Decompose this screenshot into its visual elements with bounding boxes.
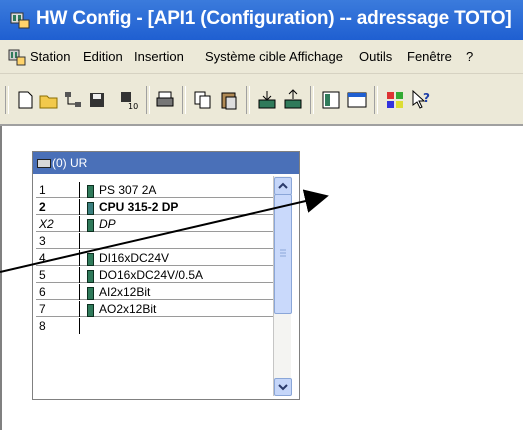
rack-window: (0) UR 1 PS 307 2A 2 CPU 315-2 DP X2 DP … xyxy=(32,151,300,400)
menu-outils[interactable]: Outils xyxy=(359,49,392,64)
chevron-up-icon xyxy=(278,182,288,189)
column-divider xyxy=(79,284,80,300)
copy-icon[interactable] xyxy=(192,89,214,111)
compile-icon[interactable]: 10 xyxy=(118,89,140,111)
save-icon[interactable] xyxy=(86,89,108,111)
menu-help[interactable]: ? xyxy=(466,49,473,64)
menu-bar: Station Edition Insertion Système cible … xyxy=(0,40,523,74)
menu-systeme-cible[interactable]: Système cible xyxy=(205,49,286,64)
toolbar-grip xyxy=(5,86,9,114)
rack-row[interactable]: 2 CPU 315-2 DP xyxy=(36,199,273,215)
module-name: AO2x12Bit xyxy=(99,302,157,316)
hw-config-app-icon xyxy=(10,12,30,29)
scroll-up-button[interactable] xyxy=(274,177,292,195)
toolbar-separator xyxy=(146,86,150,114)
module-icon xyxy=(87,219,94,232)
svg-text:?: ? xyxy=(423,91,430,105)
toolbar-separator xyxy=(246,86,250,114)
rack-row[interactable]: 6 AI2x12Bit xyxy=(36,284,273,300)
column-divider xyxy=(79,182,80,198)
module-icon xyxy=(87,304,94,317)
svg-text:10: 10 xyxy=(128,102,138,111)
toolbar-separator xyxy=(374,86,378,114)
open-icon[interactable] xyxy=(38,89,60,111)
rack-title: (0) UR xyxy=(52,156,88,170)
slot-number: 3 xyxy=(39,234,46,248)
help-icon[interactable]: ? xyxy=(410,89,432,111)
rack-row[interactable]: X2 DP xyxy=(36,216,273,232)
grip-icon xyxy=(280,249,286,257)
rack-row[interactable]: 4 DI16xDC24V xyxy=(36,250,273,266)
toolbar-separator xyxy=(182,86,186,114)
column-divider xyxy=(79,301,80,317)
slot-number: 5 xyxy=(39,268,46,282)
menu-station[interactable]: Station xyxy=(30,49,70,64)
rack-title-bar: (0) UR xyxy=(33,152,299,174)
slot-number: 2 xyxy=(39,200,46,214)
scroll-down-button[interactable] xyxy=(274,378,292,396)
menu-insertion[interactable]: Insertion xyxy=(134,49,184,64)
column-divider xyxy=(79,267,80,283)
column-divider xyxy=(79,216,80,232)
chevron-down-icon xyxy=(278,384,288,391)
module-name: DO16xDC24V/0.5A xyxy=(99,268,204,282)
slot-number: X2 xyxy=(39,217,54,231)
new-icon[interactable] xyxy=(14,89,36,111)
rack-row[interactable]: 5 DO16xDC24V/0.5A xyxy=(36,267,273,283)
module-name: DP xyxy=(99,217,116,231)
slot-number: 1 xyxy=(39,183,46,197)
rack-row[interactable]: 7 AO2x12Bit xyxy=(36,301,273,317)
window-icon[interactable] xyxy=(346,89,368,111)
diagnostic-icon[interactable] xyxy=(384,89,406,111)
download-icon[interactable] xyxy=(256,89,278,111)
slot-number: 4 xyxy=(39,251,46,265)
rack-row[interactable]: 8 xyxy=(36,318,273,334)
module-name: PS 307 2A xyxy=(99,183,157,197)
column-divider xyxy=(79,318,80,334)
upload-icon[interactable] xyxy=(282,89,304,111)
menu-edition[interactable]: Edition xyxy=(83,49,123,64)
module-icon xyxy=(87,253,94,266)
column-divider xyxy=(79,250,80,266)
module-name: AI2x12Bit xyxy=(99,285,151,299)
vertical-scrollbar[interactable] xyxy=(273,176,292,396)
title-bar: HW Config - [API1 (Configuration) -- adr… xyxy=(0,0,523,40)
toolbar-separator xyxy=(310,86,314,114)
module-icon xyxy=(87,287,94,300)
rack-row[interactable]: 1 PS 307 2A xyxy=(36,182,273,198)
column-divider xyxy=(79,199,80,215)
slot-number: 6 xyxy=(39,285,46,299)
paste-icon[interactable] xyxy=(218,89,240,111)
toolbar: 10 ? xyxy=(0,74,523,126)
cpu-module-icon xyxy=(87,202,94,215)
module-icon xyxy=(87,270,94,283)
slot-number: 7 xyxy=(39,302,46,316)
module-name: CPU 315-2 DP xyxy=(99,200,179,214)
catalog-icon[interactable] xyxy=(320,89,342,111)
column-divider xyxy=(79,233,80,249)
rack-row[interactable]: 3 xyxy=(36,233,273,249)
menu-affichage[interactable]: Affichage xyxy=(289,49,343,64)
module-icon xyxy=(87,185,94,198)
network-icon[interactable] xyxy=(62,89,84,111)
document-icon[interactable] xyxy=(8,48,26,66)
window-title: HW Config - [API1 (Configuration) -- adr… xyxy=(36,8,512,29)
module-name: DI16xDC24V xyxy=(99,251,170,265)
scroll-thumb[interactable] xyxy=(274,194,292,314)
menu-fenetre[interactable]: Fenêtre xyxy=(407,49,452,64)
print-icon[interactable] xyxy=(154,89,176,111)
slot-number: 8 xyxy=(39,319,46,333)
rack-icon xyxy=(37,159,51,168)
